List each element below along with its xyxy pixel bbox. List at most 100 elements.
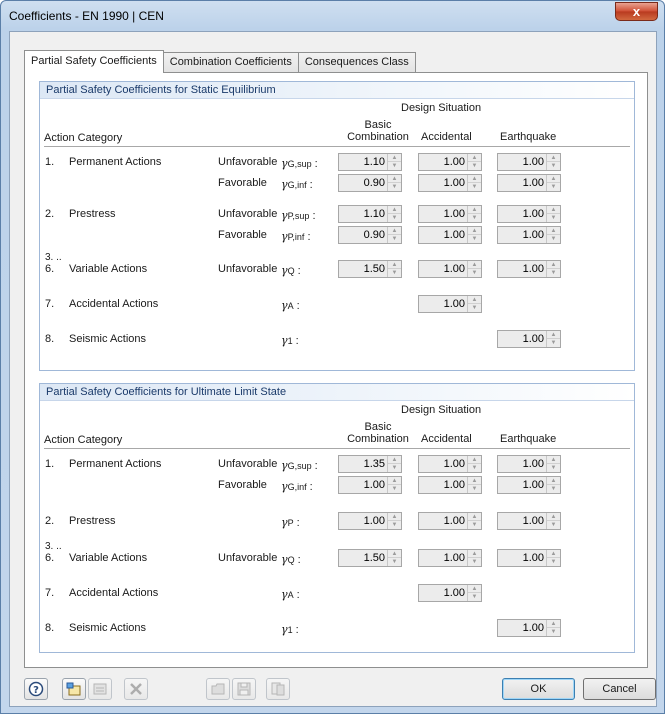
help-button[interactable]: ? (24, 678, 48, 700)
condition-label: Favorable (218, 177, 267, 189)
row-number: 2. (45, 515, 55, 527)
coef-spinner[interactable]: 0.90 ▲ ▼ (338, 226, 402, 244)
basic-header-1: Basic (364, 119, 392, 131)
delete-button[interactable] (124, 678, 148, 700)
row-number: 1. (45, 458, 55, 470)
coef-spinner[interactable]: 1.35 ▲ ▼ (338, 455, 402, 473)
coef-spinner[interactable]: 1.50 ▲ ▼ (338, 260, 402, 278)
edit-button[interactable] (88, 678, 112, 700)
coef-spinner[interactable]: 1.00 ▲ ▼ (418, 512, 482, 530)
cancel-button[interactable]: Cancel (583, 678, 656, 700)
tab-partial-safety[interactable]: Partial Safety Coefficients (24, 50, 164, 73)
coef-spinner[interactable]: 1.10 ▲ ▼ (338, 205, 402, 223)
tab-strip: Partial Safety Coefficients Combination … (24, 50, 416, 73)
coef-spinner[interactable]: 1.00 ▲ ▼ (497, 174, 561, 192)
coef-spinner[interactable]: 1.00 ▲ ▼ (418, 295, 482, 313)
defaults-button[interactable] (266, 678, 290, 700)
spinner-arrows[interactable]: ▲ ▼ (467, 227, 481, 243)
coef-spinner[interactable]: 1.00 ▲ ▼ (418, 260, 482, 278)
static-equilibrium-group: Partial Safety Coefficients for Static E… (39, 81, 635, 371)
coef-spinner[interactable]: 1.00 ▲ ▼ (338, 512, 402, 530)
spinner-arrows[interactable]: ▲ ▼ (387, 206, 401, 222)
coef-spinner[interactable]: 1.00 ▲ ▼ (418, 226, 482, 244)
coef-spinner[interactable]: 1.00 ▲ ▼ (418, 549, 482, 567)
spinner-arrows[interactable]: ▲ ▼ (546, 477, 560, 493)
delete-icon (130, 683, 142, 695)
spinner-arrows[interactable]: ▲ ▼ (546, 620, 560, 636)
design-situation-header: Design Situation (401, 102, 482, 114)
close-button[interactable]: x (615, 2, 658, 21)
spinner-arrows[interactable]: ▲ ▼ (546, 261, 560, 277)
spinner-arrows[interactable]: ▲ ▼ (546, 550, 560, 566)
coef-spinner[interactable]: 1.00 ▲ ▼ (497, 549, 561, 567)
ok-button[interactable]: OK (502, 678, 575, 700)
coef-spinner[interactable]: 1.10 ▲ ▼ (338, 153, 402, 171)
row-label-accidental: Accidental Actions (69, 587, 159, 599)
row-number: 6. (45, 263, 55, 275)
spinner-arrows[interactable]: ▲ ▼ (387, 513, 401, 529)
coef-spinner[interactable]: 1.00 ▲ ▼ (497, 260, 561, 278)
coef-spinner[interactable]: 1.00 ▲ ▼ (418, 205, 482, 223)
accidental-header: Accidental (421, 433, 472, 445)
spinner-arrows[interactable]: ▲ ▼ (467, 261, 481, 277)
coef-spinner[interactable]: 1.00 ▲ ▼ (497, 619, 561, 637)
load-icon (211, 683, 225, 695)
coef-spinner[interactable]: 1.00 ▲ ▼ (497, 153, 561, 171)
coef-spinner[interactable]: 1.00 ▲ ▼ (497, 205, 561, 223)
coef-spinner[interactable]: 1.00 ▲ ▼ (418, 455, 482, 473)
spinner-arrows[interactable]: ▲ ▼ (387, 175, 401, 191)
spinner-arrows[interactable]: ▲ ▼ (387, 227, 401, 243)
row-label-seismic: Seismic Actions (69, 333, 147, 345)
gamma-symbol: γ1 : (281, 334, 299, 347)
ultimate-limit-title: Partial Safety Coefficients for Ultimate… (40, 384, 634, 401)
spinner-arrows[interactable]: ▲ ▼ (546, 206, 560, 222)
spinner-arrows[interactable]: ▲ ▼ (467, 206, 481, 222)
tab-consequences[interactable]: Consequences Class (297, 52, 416, 73)
spinner-arrows[interactable]: ▲ ▼ (387, 477, 401, 493)
coef-spinner[interactable]: 1.00 ▲ ▼ (418, 584, 482, 602)
spinner-arrows[interactable]: ▲ ▼ (467, 456, 481, 472)
basic-header-1: Basic (364, 421, 392, 433)
spinner-arrows[interactable]: ▲ ▼ (387, 456, 401, 472)
spinner-arrows[interactable]: ▲ ▼ (546, 456, 560, 472)
coef-spinner[interactable]: 1.00 ▲ ▼ (497, 226, 561, 244)
spinner-arrows[interactable]: ▲ ▼ (467, 477, 481, 493)
coef-spinner[interactable]: 0.90 ▲ ▼ (338, 174, 402, 192)
new-button[interactable] (62, 678, 86, 700)
row-label-accidental: Accidental Actions (69, 298, 159, 310)
spinner-arrows[interactable]: ▲ ▼ (546, 331, 560, 347)
spinner-arrows[interactable]: ▲ ▼ (467, 585, 481, 601)
earthquake-header: Earthquake (500, 131, 557, 143)
coef-spinner[interactable]: 1.00 ▲ ▼ (418, 174, 482, 192)
row-number: 1. (45, 156, 55, 168)
save-button[interactable] (232, 678, 256, 700)
spinner-arrows[interactable]: ▲ ▼ (546, 154, 560, 170)
spinner-arrows[interactable]: ▲ ▼ (467, 513, 481, 529)
load-button[interactable] (206, 678, 230, 700)
spinner-arrows[interactable]: ▲ ▼ (467, 175, 481, 191)
button-bar: ? OK Cancel (10, 674, 656, 704)
spinner-arrows[interactable]: ▲ ▼ (387, 550, 401, 566)
spinner-arrows[interactable]: ▲ ▼ (467, 296, 481, 312)
gamma-symbol: γA : (281, 299, 300, 312)
spinner-arrows[interactable]: ▲ ▼ (546, 227, 560, 243)
spinner-arrows[interactable]: ▲ ▼ (387, 261, 401, 277)
spinner-arrows[interactable]: ▲ ▼ (467, 550, 481, 566)
row-number: 8. (45, 333, 55, 345)
spinner-arrows[interactable]: ▲ ▼ (546, 175, 560, 191)
svg-text:?: ? (33, 685, 39, 696)
row-number-range: 3. .. (45, 541, 62, 552)
earthquake-header: Earthquake (500, 433, 557, 445)
coef-spinner[interactable]: 1.00 ▲ ▼ (497, 476, 561, 494)
coef-spinner[interactable]: 1.00 ▲ ▼ (418, 476, 482, 494)
coef-spinner[interactable]: 1.00 ▲ ▼ (497, 455, 561, 473)
coef-spinner[interactable]: 1.00 ▲ ▼ (418, 153, 482, 171)
coef-spinner[interactable]: 1.00 ▲ ▼ (497, 512, 561, 530)
tab-combination[interactable]: Combination Coefficients (162, 52, 299, 73)
coef-spinner[interactable]: 1.00 ▲ ▼ (497, 330, 561, 348)
spinner-arrows[interactable]: ▲ ▼ (546, 513, 560, 529)
coef-spinner[interactable]: 1.50 ▲ ▼ (338, 549, 402, 567)
spinner-arrows[interactable]: ▲ ▼ (467, 154, 481, 170)
spinner-arrows[interactable]: ▲ ▼ (387, 154, 401, 170)
coef-spinner[interactable]: 1.00 ▲ ▼ (338, 476, 402, 494)
